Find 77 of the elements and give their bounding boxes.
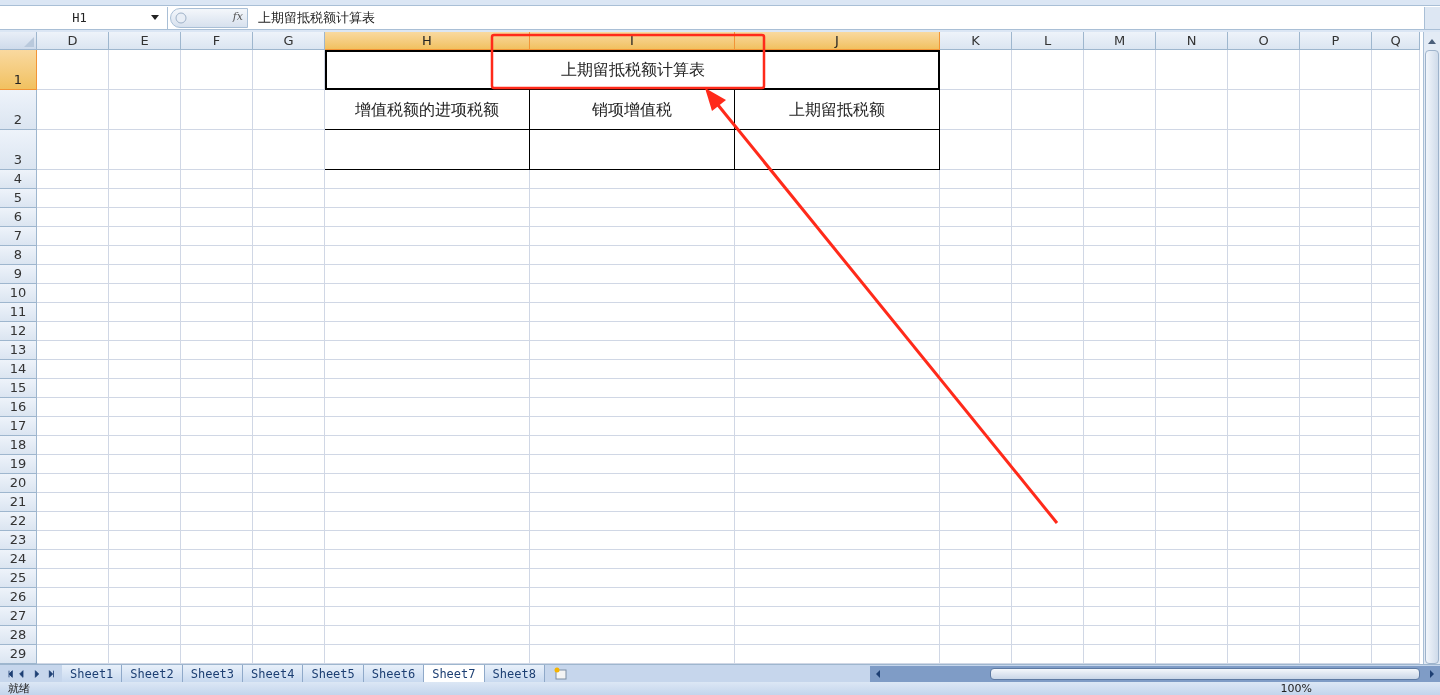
row-header[interactable]: 9 bbox=[0, 265, 37, 284]
row-header[interactable]: 16 bbox=[0, 398, 37, 417]
sheet-tab[interactable]: Sheet1 bbox=[62, 665, 123, 682]
expand-handle-icon[interactable] bbox=[175, 11, 187, 24]
scroll-right-icon[interactable] bbox=[1428, 668, 1436, 679]
column-header[interactable]: L bbox=[1012, 32, 1084, 50]
table-header-cell[interactable]: 上期留抵税额 bbox=[735, 90, 940, 130]
column-header[interactable]: Q bbox=[1372, 32, 1420, 50]
row-header[interactable]: 4 bbox=[0, 170, 37, 189]
column-header[interactable]: G bbox=[253, 32, 325, 50]
column-header[interactable]: D bbox=[37, 32, 109, 50]
status-text: 就绪 bbox=[8, 682, 30, 695]
row-header[interactable]: 15 bbox=[0, 379, 37, 398]
row-header[interactable]: 11 bbox=[0, 303, 37, 322]
row-header[interactable]: 5 bbox=[0, 189, 37, 208]
scroll-left-icon[interactable] bbox=[874, 668, 882, 679]
column-header[interactable]: J bbox=[735, 32, 940, 50]
expand-formula-button[interactable] bbox=[1424, 6, 1440, 29]
column-header[interactable]: E bbox=[109, 32, 181, 50]
name-box[interactable]: H1 bbox=[0, 6, 168, 29]
table-header-cell[interactable]: 销项增值税 bbox=[530, 90, 735, 130]
row-header[interactable]: 10 bbox=[0, 284, 37, 303]
formula-field[interactable]: 上期留抵税额计算表 bbox=[248, 6, 1424, 29]
corner-triangle-icon bbox=[24, 37, 34, 47]
vertical-scrollbar[interactable] bbox=[1423, 32, 1440, 664]
sheet-tab[interactable]: Sheet5 bbox=[303, 665, 364, 682]
new-sheet-icon[interactable] bbox=[552, 666, 569, 681]
table-cell[interactable] bbox=[735, 130, 940, 170]
column-header[interactable]: M bbox=[1084, 32, 1156, 50]
table-cell[interactable] bbox=[325, 130, 530, 170]
row-header[interactable]: 26 bbox=[0, 588, 37, 607]
sheet-navigation-icon[interactable] bbox=[46, 668, 56, 679]
row-header[interactable]: 13 bbox=[0, 341, 37, 360]
insert-function-button[interactable]: fx bbox=[232, 9, 243, 26]
table-header-cell[interactable]: 增值税额的进项税额 bbox=[325, 90, 530, 130]
row-header[interactable]: 17 bbox=[0, 417, 37, 436]
row-header[interactable]: 1 bbox=[0, 50, 37, 90]
formula-bar-handle[interactable]: fx bbox=[170, 7, 248, 28]
row-header[interactable]: 25 bbox=[0, 569, 37, 588]
row-header[interactable]: 14 bbox=[0, 360, 37, 379]
sheet-tab[interactable]: Sheet8 bbox=[484, 665, 545, 682]
dropdown-caret-icon bbox=[151, 15, 159, 20]
row-header[interactable]: 29 bbox=[0, 645, 37, 664]
sheet-navigation-icon[interactable] bbox=[32, 668, 42, 679]
sheet-tab[interactable]: Sheet2 bbox=[122, 665, 183, 682]
row-header[interactable]: 22 bbox=[0, 512, 37, 531]
sheet-tab[interactable]: Sheet3 bbox=[182, 665, 244, 682]
table-title-cell[interactable]: 上期留抵税额计算表 bbox=[325, 50, 940, 90]
column-header[interactable]: H bbox=[325, 32, 530, 50]
row-header[interactable]: 3 bbox=[0, 130, 37, 170]
row-header[interactable]: 27 bbox=[0, 607, 37, 626]
row-header[interactable]: 7 bbox=[0, 227, 37, 246]
table-cell[interactable] bbox=[530, 130, 735, 170]
scroll-thumb[interactable] bbox=[1425, 50, 1439, 664]
row-header[interactable]: 21 bbox=[0, 493, 37, 512]
row-header[interactable]: 28 bbox=[0, 626, 37, 645]
column-header[interactable]: K bbox=[940, 32, 1012, 50]
sheet-tab[interactable]: Sheet6 bbox=[363, 665, 425, 682]
row-header[interactable]: 2 bbox=[0, 90, 37, 130]
zoom-level[interactable]: 100% bbox=[1280, 682, 1312, 695]
row-header[interactable]: 23 bbox=[0, 531, 37, 550]
sheet-tab[interactable]: Sheet4 bbox=[243, 665, 304, 682]
column-header[interactable]: P bbox=[1300, 32, 1372, 50]
row-header[interactable]: 12 bbox=[0, 322, 37, 341]
horizontal-scrollbar[interactable] bbox=[870, 665, 1440, 682]
column-header[interactable]: O bbox=[1228, 32, 1300, 50]
sheet-tab[interactable]: Sheet7 bbox=[424, 665, 485, 682]
row-header[interactable]: 18 bbox=[0, 436, 37, 455]
row-header[interactable]: 6 bbox=[0, 208, 37, 227]
scroll-thumb[interactable] bbox=[990, 667, 1420, 680]
row-header[interactable]: 19 bbox=[0, 455, 37, 474]
select-all-corner[interactable] bbox=[0, 32, 37, 50]
row-header[interactable]: 8 bbox=[0, 246, 37, 265]
column-header[interactable]: N bbox=[1156, 32, 1228, 50]
row-header[interactable]: 24 bbox=[0, 550, 37, 569]
row-header[interactable]: 20 bbox=[0, 474, 37, 493]
column-header[interactable]: F bbox=[181, 32, 253, 50]
